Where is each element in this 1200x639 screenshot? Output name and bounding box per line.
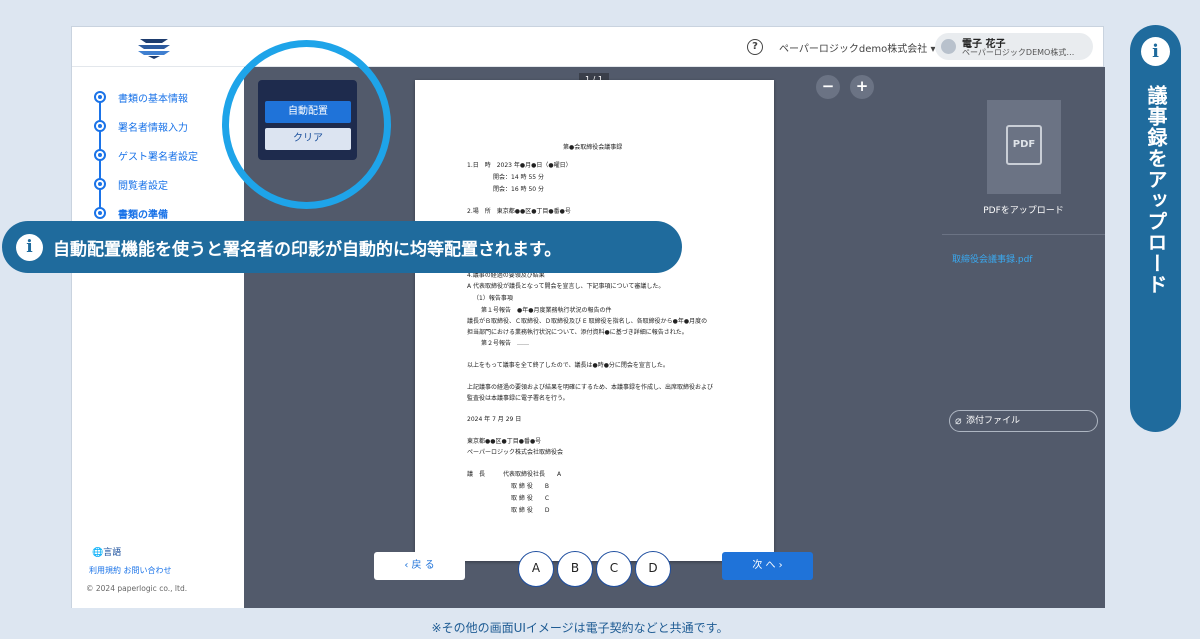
- vertical-banner: i 議事録をアップロード: [1130, 25, 1181, 432]
- vertical-banner-text: 議事録をアップロード: [1144, 85, 1168, 295]
- doc-title: 第●会取締役会議事録: [563, 144, 623, 151]
- doc-line: 第１号報告 ●年●月度業務執行状況の報告の件: [481, 307, 612, 314]
- footnote: ※その他の画面UIイメージは電子契約などと共通です。: [431, 621, 729, 635]
- step-label: 書類の準備: [118, 210, 168, 221]
- top-bar: ? ペーパーロジックdemo株式会社 ▾ 電子 花子 ペーパーロジックDEMO株…: [72, 27, 1103, 67]
- step-dot-icon: [94, 149, 106, 161]
- step-label: 署名者情報入力: [118, 123, 188, 134]
- attach-file-button[interactable]: ⌀ 添付ファイル: [949, 410, 1098, 432]
- right-panel: PDF PDFをアップロード 取締役会議事録.pdf ⌀ 添付ファイル: [942, 67, 1105, 608]
- paperclip-icon: ⌀: [955, 414, 962, 427]
- language-label: 言語: [103, 548, 122, 558]
- signer-d-button[interactable]: D: [635, 551, 671, 587]
- step-dot-icon: [94, 207, 106, 219]
- step-label: 書類の基本情報: [118, 94, 188, 105]
- step-dot-icon: [94, 91, 106, 103]
- doc-line: ペーパーロジック株式会社取締役会: [467, 449, 563, 456]
- doc-line: 2.場 所 東京都●●区●丁目●番●号: [467, 208, 571, 215]
- doc-line: 担当部門における業務執行状況について、添付資料●に基づき詳細に報告された。: [467, 329, 688, 336]
- highlight-ring: [222, 40, 391, 209]
- user-menu[interactable]: 電子 花子 ペーパーロジックDEMO株式…: [935, 33, 1093, 60]
- doc-line: 第２号報告 ……: [481, 340, 530, 347]
- doc-line: 監査役は本議事録に電子署名を行う。: [467, 395, 569, 402]
- zoom-out-button[interactable]: −: [816, 75, 840, 99]
- doc-line: 1.日 時 2023 年●月●日（●曜日）: [467, 162, 572, 169]
- step-dot-icon: [94, 178, 106, 190]
- doc-line: 上記議事の経過の要領および結果を明確にするため、本議事録を作成し、出席取締役およ…: [467, 384, 714, 391]
- doc-line: 2024 年 7 月 29 日: [467, 416, 522, 423]
- signer-b-button[interactable]: B: [557, 551, 593, 587]
- doc-line: 取 締 役 C: [511, 495, 550, 502]
- uploaded-file-link[interactable]: 取締役会議事録.pdf: [952, 252, 1032, 265]
- pdf-upload-area[interactable]: PDF PDFをアップロード: [942, 67, 1105, 235]
- company-selector[interactable]: ペーパーロジックdemo株式会社 ▾: [779, 40, 935, 55]
- next-button[interactable]: 次 へ ›: [722, 552, 813, 580]
- globe-icon: 🌐: [92, 548, 104, 558]
- upload-label: PDFをアップロード: [983, 206, 1064, 216]
- doc-line: 東京都●●区●丁目●番●号: [467, 438, 542, 445]
- copyright: © 2024 paperlogic co., ltd.: [86, 584, 188, 593]
- info-icon: i: [16, 234, 43, 261]
- doc-line: 開会：14 時 55 分: [493, 174, 544, 181]
- footer-links[interactable]: 利用規約 お問い合わせ: [89, 565, 172, 576]
- avatar-icon: [941, 39, 956, 54]
- doc-line: 議 長 代表取締役社長 A: [467, 471, 562, 478]
- doc-line: 閉会：16 時 50 分: [493, 186, 544, 193]
- pdf-file-icon: PDF: [1006, 125, 1042, 165]
- doc-line: 以上をもって議事を全て終了したので、議長は●時●分に閉会を宣言した。: [467, 362, 669, 369]
- step-dot-icon: [94, 120, 106, 132]
- step-label: ゲスト署名者設定: [118, 152, 198, 163]
- signer-c-button[interactable]: C: [596, 551, 632, 587]
- step-label: 閲覧者設定: [118, 181, 168, 192]
- doc-line: （1）報告事項: [473, 295, 513, 302]
- back-button[interactable]: ‹ 戻 る: [374, 552, 465, 580]
- sidebar: 書類の基本情報 署名者情報入力 ゲスト署名者設定 閲覧者設定 書類の準備 🌐言語…: [72, 67, 244, 608]
- doc-line: 取 締 役 D: [511, 507, 550, 514]
- paperlogic-logo: [138, 39, 170, 59]
- user-organization: ペーパーロジックDEMO株式…: [962, 48, 1075, 57]
- doc-line: A 代表取締役が議長となって開会を宣言し、下記事項について審議した。: [467, 283, 665, 290]
- callout-banner: i 自動配置機能を使うと署名者の印影が自動的に均等配置されます。: [2, 221, 682, 273]
- doc-line: 議長がＢ取締役、Ｃ取締役、Ｄ取締役及び E 取締役を指名し、各取締役から●年●月…: [467, 318, 708, 325]
- callout-text: 自動配置機能を使うと署名者の印影が自動的に均等配置されます。: [53, 240, 562, 260]
- document-page: 第●会取締役会議事録 1.日 時 2023 年●月●日（●曜日） 開会：14 時…: [415, 80, 774, 561]
- zoom-in-button[interactable]: +: [850, 75, 874, 99]
- doc-line: 取 締 役 B: [511, 483, 549, 490]
- info-icon: i: [1141, 37, 1170, 66]
- signer-a-button[interactable]: A: [518, 551, 554, 587]
- pdf-upload-tile[interactable]: PDF: [987, 100, 1061, 194]
- attach-label: 添付ファイル: [966, 416, 1021, 426]
- language-selector[interactable]: 🌐言語: [92, 545, 121, 558]
- help-icon[interactable]: ?: [747, 39, 763, 55]
